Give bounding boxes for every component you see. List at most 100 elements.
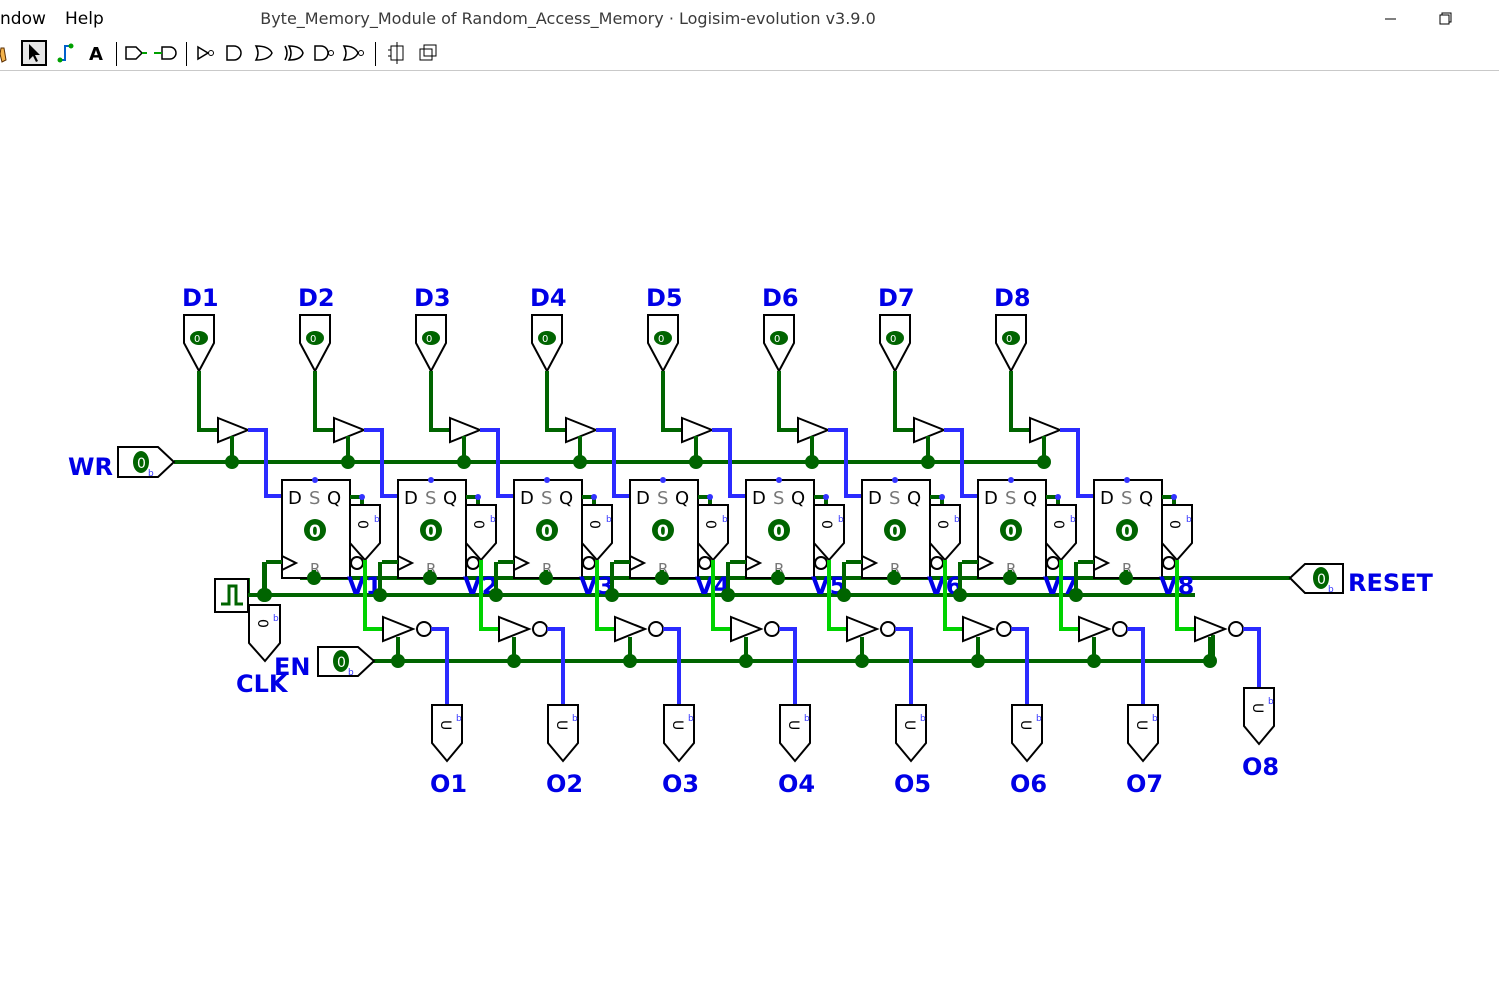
output-value: U xyxy=(1249,703,1265,713)
pin-value: 0 xyxy=(890,334,896,345)
ff-state-value: 0 xyxy=(657,522,669,542)
pin-radix: b xyxy=(348,668,354,678)
ff-label-s: S xyxy=(541,488,552,509)
q-pin xyxy=(475,494,481,500)
q-pin xyxy=(359,494,365,500)
en-junction xyxy=(507,654,521,668)
ff-label-q: Q xyxy=(1023,488,1037,509)
probe-radix: b xyxy=(1186,515,1192,525)
output-buffer-bubble xyxy=(996,621,1012,637)
pin-out-icon[interactable] xyxy=(152,40,178,66)
ff-state-value: 0 xyxy=(541,522,553,542)
probe-value: 0 xyxy=(470,520,486,529)
output-radix: b xyxy=(920,714,926,724)
output-label-o2: O2 xyxy=(546,770,583,798)
output-buffer-bubble xyxy=(1228,621,1244,637)
ff-state-value: 0 xyxy=(425,522,437,542)
probe-v4 xyxy=(697,504,729,562)
pin-value: 0 xyxy=(774,334,780,345)
output-value: U xyxy=(1133,720,1149,730)
output-bus xyxy=(779,627,797,705)
output-buffer-bubble xyxy=(764,621,780,637)
ff-label-q: Q xyxy=(675,488,689,509)
probe-radix: b xyxy=(490,515,496,525)
svg-text:A: A xyxy=(89,44,103,65)
output-value: U xyxy=(901,720,917,730)
pin-value: 0 xyxy=(137,456,146,472)
ff-qn-bubble xyxy=(930,556,944,570)
select-arrow-icon[interactable] xyxy=(21,40,47,66)
not-gate-icon[interactable] xyxy=(193,40,219,66)
output-label-o8: O8 xyxy=(1242,753,1279,781)
pin-radix: b xyxy=(1328,585,1334,595)
d-wire xyxy=(313,371,334,432)
input-label-d1: D1 xyxy=(182,284,219,312)
clock-source[interactable] xyxy=(214,578,249,613)
input-label-d8: D8 xyxy=(994,284,1031,312)
wr-junction xyxy=(225,455,239,469)
ff-state-value: 0 xyxy=(889,522,901,542)
output-radix: b xyxy=(804,714,810,724)
circuit-canvas[interactable]: 0 D1 D S Q R 0 0 b V1 Ub O1 0 D2 D S Q R 0 0 b V2 Ub O2 0 D3 D S Q R 0… xyxy=(0,71,1499,991)
output-bus xyxy=(1243,627,1261,688)
output-buffer-bubble xyxy=(532,621,548,637)
output-buffer-bubble xyxy=(416,621,432,637)
output-value: U xyxy=(785,720,801,730)
output-bus xyxy=(1011,627,1029,705)
wr-junction xyxy=(1037,455,1051,469)
wr-label: WR xyxy=(68,453,113,481)
q-pin xyxy=(1171,494,1177,500)
pin-radix: b xyxy=(148,469,154,479)
pin-value: 0 xyxy=(1006,334,1012,345)
minimize-button[interactable] xyxy=(1371,6,1411,32)
and-gate-icon[interactable] xyxy=(222,40,248,66)
probe-value: 0 xyxy=(254,619,270,628)
output-radix: b xyxy=(572,714,578,724)
probe-value: 0 xyxy=(1166,520,1182,529)
circuit-diagram[interactable]: 0D1D S QR0 0 bV1UbO10D2D S QR0 0 bV2UbO20D3D S QR0… xyxy=(0,71,1499,991)
pin-value: 0 xyxy=(310,334,316,345)
nand-gate-icon[interactable] xyxy=(311,40,337,66)
input-label-d2: D2 xyxy=(298,284,335,312)
ff-qn-bubble xyxy=(1162,556,1176,570)
reset-label: RESET xyxy=(1348,569,1434,597)
output-bus xyxy=(547,627,565,705)
d-wire xyxy=(1009,371,1030,432)
probe-v6 xyxy=(929,504,961,562)
wiring-icon[interactable] xyxy=(53,40,79,66)
probe-value: 0 xyxy=(934,520,950,529)
pin-value: 0 xyxy=(426,334,432,345)
pin-value: 0 xyxy=(542,334,548,345)
output-radix: b xyxy=(1152,714,1158,724)
clk-label: CLK xyxy=(236,670,289,698)
flip-horizontal-icon[interactable] xyxy=(385,40,411,66)
ff-qn-bubble xyxy=(350,556,364,570)
text-tool-icon[interactable]: A xyxy=(83,40,109,66)
output-value: U xyxy=(553,720,569,730)
ff-label-s: S xyxy=(773,488,784,509)
probe-radix: b xyxy=(954,515,960,525)
restore-button[interactable] xyxy=(1425,6,1465,32)
window-title: Byte_Memory_Module of Random_Access_Memo… xyxy=(260,9,876,28)
pin-in-icon[interactable] xyxy=(122,40,148,66)
nor-gate-icon[interactable] xyxy=(341,40,367,66)
or-gate-icon[interactable] xyxy=(251,40,277,66)
ff-label-s: S xyxy=(309,488,320,509)
ff-label-q: Q xyxy=(327,488,341,509)
output-label-o1: O1 xyxy=(430,770,467,798)
ff-label-d: D xyxy=(520,488,534,509)
ff-set-pin xyxy=(776,477,782,483)
ff-label-s: S xyxy=(889,488,900,509)
flip-vertical-icon[interactable] xyxy=(415,40,441,66)
output-buffer-bubble xyxy=(880,621,896,637)
pin-value: 0 xyxy=(194,334,200,345)
ff-label-s: S xyxy=(657,488,668,509)
xor-gate-icon[interactable] xyxy=(281,40,307,66)
probe-radix: b xyxy=(838,515,844,525)
hand-poke-icon[interactable] xyxy=(0,40,16,66)
ff-qn-bubble xyxy=(698,556,712,570)
wr-junction xyxy=(689,455,703,469)
input-label-d4: D4 xyxy=(530,284,567,312)
ff-label-q: Q xyxy=(559,488,573,509)
en-junction xyxy=(623,654,637,668)
